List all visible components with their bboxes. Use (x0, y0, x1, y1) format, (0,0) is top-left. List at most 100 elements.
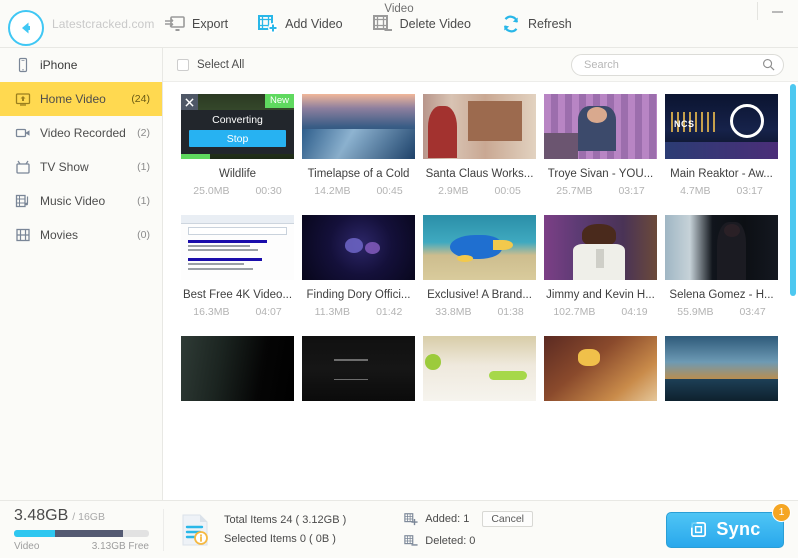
new-badge: New (265, 94, 294, 108)
select-all-control[interactable]: Select All (177, 59, 244, 71)
video-duration: 00:45 (376, 185, 402, 197)
video-card[interactable] (419, 336, 540, 419)
application-window: Video Latestcracked.com Export (0, 0, 798, 558)
thumbnail-image (544, 336, 657, 401)
add-video-button[interactable]: Add Video (256, 11, 344, 37)
storage-bar-video-segment (14, 530, 55, 537)
video-card[interactable]: Selena Gomez - H... 55.9MB 03:47 (661, 215, 782, 336)
video-card[interactable]: New Converting Stop Wildlife 25.0MB 00:3… (177, 94, 298, 215)
video-thumbnail[interactable] (302, 94, 415, 159)
export-button[interactable]: Export (163, 11, 230, 37)
sidebar-item-music-video[interactable]: Music Video (1) (0, 184, 162, 218)
video-meta: 2.9MB 00:05 (423, 185, 536, 197)
back-button[interactable] (8, 10, 44, 46)
search-input[interactable] (571, 54, 784, 76)
status-bar: 3.48GB / 16GB Video 3.13GB Free (0, 500, 798, 558)
video-thumbnail[interactable] (302, 336, 415, 401)
sync-icon (689, 520, 708, 539)
delete-video-label: Delete Video (400, 17, 471, 31)
add-item-icon (404, 512, 418, 526)
search-icon[interactable] (762, 58, 775, 71)
video-thumbnail[interactable] (544, 215, 657, 280)
video-size: 25.7MB (556, 185, 592, 197)
sidebar-item-tv-show[interactable]: TV Show (1) (0, 150, 162, 184)
video-grid-scroll[interactable]: New Converting Stop Wildlife 25.0MB 00:3… (163, 82, 798, 500)
video-thumbnail[interactable] (665, 215, 778, 280)
storage-legend: Video 3.13GB Free (14, 541, 149, 552)
video-title: Finding Dory Offici... (302, 289, 415, 301)
video-card[interactable] (661, 336, 782, 419)
video-duration: 03:17 (737, 185, 763, 197)
video-card[interactable] (298, 336, 419, 419)
video-thumbnail[interactable] (423, 215, 536, 280)
video-thumbnail[interactable] (181, 215, 294, 280)
sidebar-item-count: (0) (137, 229, 150, 241)
video-thumbnail[interactable] (544, 336, 657, 401)
video-card[interactable]: Troye Sivan - YOU... 25.7MB 03:17 (540, 94, 661, 215)
video-thumbnail[interactable]: NCS (665, 94, 778, 159)
video-card[interactable]: Timelapse of a Cold 14.2MB 00:45 (298, 94, 419, 215)
video-size: 11.3MB (315, 306, 350, 318)
cancel-button[interactable]: Cancel (482, 511, 533, 527)
storage-bar-other-segment (55, 530, 124, 537)
minimize-button[interactable] (766, 4, 788, 20)
sync-summary: Added: 1 Cancel Deleted: 0 (404, 511, 533, 548)
storage-summary: 3.48GB / 16GB Video 3.13GB Free (0, 507, 163, 552)
video-thumbnail[interactable] (423, 94, 536, 159)
video-meta: 11.3MB 01:42 (302, 306, 415, 318)
brand-watermark: Latestcracked.com (52, 17, 154, 31)
thumbnail-image (302, 336, 415, 401)
delete-video-button[interactable]: Delete Video (371, 11, 473, 37)
items-summary: Total Items 24 ( 3.12GB ) Selected Items… (164, 513, 346, 547)
video-card[interactable]: Jimmy and Kevin H... 102.7MB 04:19 (540, 215, 661, 336)
video-duration: 01:42 (376, 306, 402, 318)
video-size: 2.9MB (438, 185, 468, 197)
video-size: 4.7MB (680, 185, 710, 197)
sidebar-item-label: Movies (40, 228, 128, 242)
vertical-scrollbar-thumb[interactable] (790, 84, 796, 296)
video-title: Troye Sivan - YOU... (544, 168, 657, 180)
video-thumbnail[interactable] (181, 336, 294, 401)
storage-values: 3.48GB / 16GB (14, 507, 149, 525)
refresh-button[interactable]: Refresh (499, 11, 574, 37)
title-bar: Video Latestcracked.com Export (0, 0, 798, 48)
conversion-progress-bar (181, 154, 210, 159)
sidebar-item-iphone[interactable]: iPhone (0, 48, 162, 82)
video-card[interactable]: Finding Dory Offici... 11.3MB 01:42 (298, 215, 419, 336)
video-title: Exclusive! A Brand... (423, 289, 536, 301)
video-thumbnail[interactable] (423, 336, 536, 401)
video-thumbnail[interactable] (302, 215, 415, 280)
video-thumbnail[interactable]: New Converting Stop (181, 94, 294, 159)
video-card[interactable]: Santa Claus Works... 2.9MB 00:05 (419, 94, 540, 215)
video-card[interactable] (177, 336, 298, 419)
sidebar-item-movies[interactable]: Movies (0) (0, 218, 162, 252)
music-video-icon (15, 193, 31, 209)
video-title: Jimmy and Kevin H... (544, 289, 657, 301)
converting-panel: Converting Stop (181, 110, 294, 154)
storage-category-label: Video (14, 541, 39, 552)
content-toolbar: Select All (163, 48, 798, 82)
export-icon (165, 15, 185, 33)
sidebar-item-home-video[interactable]: Home Video (24) (0, 82, 162, 116)
document-info-icon (180, 513, 212, 547)
storage-used: 3.48GB (14, 507, 68, 525)
close-icon[interactable] (181, 94, 198, 110)
video-thumbnail[interactable] (544, 94, 657, 159)
video-thumbnail[interactable] (665, 336, 778, 401)
delete-video-icon (373, 15, 393, 33)
stop-conversion-button[interactable]: Stop (189, 130, 286, 147)
select-all-label: Select All (197, 59, 244, 71)
sidebar-item-video-recorded[interactable]: Video Recorded (2) (0, 116, 162, 150)
video-card[interactable]: Exclusive! A Brand... 33.8MB 01:38 (419, 215, 540, 336)
video-duration: 04:19 (621, 306, 647, 318)
select-all-checkbox[interactable] (177, 59, 189, 71)
sync-button[interactable]: Sync (666, 512, 784, 548)
video-meta: 55.9MB 03:47 (665, 306, 778, 318)
video-size: 14.2MB (314, 185, 350, 197)
video-card[interactable]: Best Free 4K Video... 16.3MB 04:07 (177, 215, 298, 336)
video-card[interactable]: NCS Main Reaktor - Aw... 4.7MB 03:17 (661, 94, 782, 215)
add-video-icon (258, 15, 278, 33)
sidebar: iPhone Home Video (24) Video Recorded (2… (0, 48, 163, 500)
thumbnail-image (181, 215, 294, 280)
video-card[interactable] (540, 336, 661, 419)
